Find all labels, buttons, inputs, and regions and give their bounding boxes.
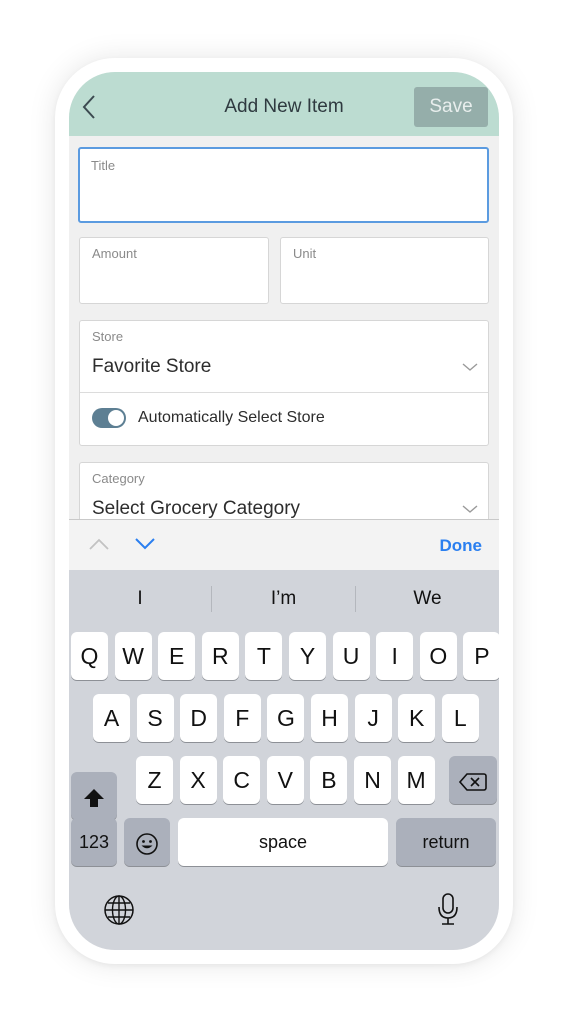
keyboard: I I’m We QWERTYUIOP ASDFGHJKL ZXCVBNM 12… [69, 570, 499, 950]
chevron-down-icon[interactable] [134, 537, 156, 551]
divider [80, 392, 488, 393]
globe-icon[interactable] [103, 894, 135, 926]
key-f[interactable]: F [223, 694, 261, 742]
chevron-down-icon [462, 363, 478, 371]
key-g[interactable]: G [267, 694, 305, 742]
key-p[interactable]: P [463, 632, 499, 680]
unit-field[interactable]: Unit [280, 237, 489, 304]
key-k[interactable]: K [398, 694, 436, 742]
category-label: Category [92, 471, 145, 486]
unit-field-label: Unit [293, 246, 317, 261]
key-h[interactable]: H [311, 694, 348, 742]
key-c[interactable]: C [223, 756, 261, 804]
suggestion-item[interactable]: I [69, 570, 211, 626]
title-field[interactable]: Title [78, 147, 489, 223]
store-label: Store [92, 329, 124, 344]
key-u[interactable]: U [332, 632, 370, 680]
key-z[interactable]: Z [136, 756, 173, 804]
key-b[interactable]: B [310, 756, 348, 804]
key-x[interactable]: X [179, 756, 217, 804]
microphone-icon[interactable] [437, 892, 459, 926]
key-t[interactable]: T [245, 632, 283, 680]
key-y[interactable]: Y [289, 632, 326, 680]
key-r[interactable]: R [201, 632, 239, 680]
store-select[interactable]: Store Favorite Store [80, 321, 488, 392]
suggestion-item[interactable]: I’m [212, 570, 355, 626]
key-l[interactable]: L [441, 694, 479, 742]
key-o[interactable]: O [419, 632, 457, 680]
return-key[interactable]: return [396, 818, 496, 866]
title-field-label: Title [91, 158, 116, 173]
key-m[interactable]: M [397, 756, 435, 804]
key-j[interactable]: J [354, 694, 392, 742]
shift-icon [84, 788, 104, 807]
store-value: Favorite Store [92, 356, 212, 377]
amount-field-label: Amount [92, 246, 137, 261]
key-i[interactable]: I [376, 632, 414, 680]
numbers-key[interactable]: 123 [71, 818, 117, 866]
store-section: Store Favorite Store Automatically Selec… [79, 320, 489, 446]
chevron-up-icon[interactable] [88, 537, 110, 551]
save-button[interactable]: Save [414, 87, 488, 127]
suggestion-item[interactable]: We [356, 570, 499, 626]
key-q[interactable]: Q [71, 632, 108, 680]
navigation-bar: Add New Item Save [69, 72, 499, 136]
auto-select-store-toggle[interactable] [92, 408, 126, 428]
key-d[interactable]: D [180, 694, 218, 742]
emoji-key[interactable] [124, 818, 170, 866]
app-screen: Add New Item Save Title Amount Unit Stor… [69, 72, 499, 950]
keyboard-accessory-toolbar: Done [69, 519, 499, 571]
key-e[interactable]: E [158, 632, 196, 680]
key-v[interactable]: V [266, 756, 304, 804]
chevron-down-icon [462, 505, 478, 513]
backspace-key[interactable] [449, 756, 497, 804]
key-w[interactable]: W [114, 632, 152, 680]
auto-select-store-label: Automatically Select Store [138, 409, 325, 426]
amount-field[interactable]: Amount [79, 237, 269, 304]
key-s[interactable]: S [136, 694, 174, 742]
key-n[interactable]: N [354, 756, 391, 804]
space-key[interactable]: space [178, 818, 388, 866]
emoji-icon [136, 833, 158, 855]
shift-key[interactable] [71, 772, 117, 820]
backspace-icon [458, 773, 487, 791]
toggle-knob [108, 410, 124, 426]
category-value: Select Grocery Category [92, 498, 301, 519]
key-a[interactable]: A [93, 694, 130, 742]
done-button[interactable]: Done [440, 536, 483, 556]
